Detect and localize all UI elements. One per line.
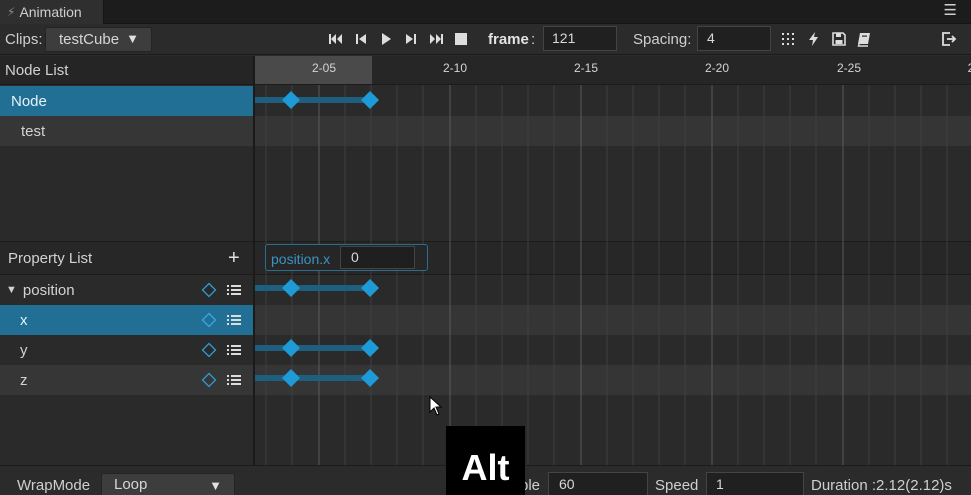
tick-label: 2-15 <box>573 61 599 75</box>
book-icon[interactable] <box>856 31 872 47</box>
node-list-empty-area <box>0 146 253 241</box>
keyframe-diamond-icon[interactable] <box>201 342 217 358</box>
chevron-down-icon: ▼ <box>126 31 139 46</box>
stop-icon[interactable] <box>453 31 469 47</box>
animation-tab-label: Animation <box>19 4 82 20</box>
panel-tab-bar: ⚡ Animation ☰ <box>0 0 971 24</box>
tick-label: 2-10 <box>442 61 468 75</box>
keyframe-diamond[interactable] <box>282 279 300 297</box>
timeline-keyframes <box>255 91 379 387</box>
next-frame-icon[interactable] <box>403 31 419 47</box>
property-item-position[interactable]: ▼ position <box>0 275 253 305</box>
wrap-mode-value: Loop <box>114 476 148 493</box>
spacing-label: Spacing: <box>633 31 692 48</box>
tick-label: 2-20 <box>704 61 730 75</box>
add-property-button[interactable]: + <box>228 248 240 268</box>
duration-text: Duration :2.12(2.12)s <box>811 477 952 494</box>
exit-icon[interactable] <box>941 31 957 47</box>
property-item-y[interactable]: y <box>0 335 253 365</box>
keyframe-row-y <box>255 339 379 357</box>
node-list-item-label: test <box>21 122 46 140</box>
keyframe-row-position <box>255 279 379 297</box>
keyframe-row-node <box>255 91 379 109</box>
play-icon[interactable] <box>378 31 394 47</box>
panel-menu-icon[interactable]: ☰ <box>944 1 957 19</box>
node-list-header: Node List <box>0 56 253 85</box>
list-icon[interactable] <box>226 372 242 388</box>
frame-input[interactable]: 121 <box>543 26 617 51</box>
frame-label: frame <box>488 31 529 48</box>
animation-icon: ⚡ <box>7 5 16 19</box>
clips-selected-value: testCube <box>59 31 120 48</box>
spacing-input[interactable]: 4 <box>697 26 771 51</box>
tick-label: 2 <box>968 61 971 75</box>
key-hint-overlay: Alt <box>446 426 525 495</box>
property-item-label: x <box>20 311 28 329</box>
property-item-x[interactable]: x <box>0 305 253 335</box>
sample-input[interactable]: 60 <box>548 472 648 495</box>
node-list-item-label: Node <box>11 92 47 110</box>
property-editor-name: position.x <box>271 251 331 267</box>
property-list-header: Property List <box>0 241 253 275</box>
keyframe-diamond[interactable] <box>361 91 379 109</box>
wrap-mode-label: WrapMode <box>17 477 91 494</box>
property-list-title: Property List <box>8 249 93 267</box>
keyframe-row-z <box>255 369 379 387</box>
clips-select[interactable]: testCube ▼ <box>45 27 152 52</box>
tick-label: 2-25 <box>836 61 862 75</box>
frame-colon: : <box>531 31 536 48</box>
keyframe-diamond[interactable] <box>361 339 379 357</box>
property-item-label: position <box>22 281 75 299</box>
property-list-empty-area <box>0 395 253 465</box>
prev-frame-icon[interactable] <box>353 31 369 47</box>
grid-dots-icon[interactable] <box>781 31 797 47</box>
node-list-item-test[interactable]: test <box>0 116 253 146</box>
jump-first-frame-icon[interactable] <box>328 31 344 47</box>
animation-tab[interactable]: ⚡ Animation <box>0 0 104 24</box>
property-item-z[interactable]: z <box>0 365 253 395</box>
property-value-input[interactable]: 0 <box>340 246 415 269</box>
list-icon[interactable] <box>226 342 242 358</box>
keyframe-diamond-icon[interactable] <box>201 312 217 328</box>
clips-label: Clips: <box>5 31 43 48</box>
tick-label: 2-05 <box>311 61 337 75</box>
property-item-label: y <box>20 341 28 359</box>
keyframe-diamond[interactable] <box>282 369 300 387</box>
wrap-mode-select[interactable]: Loop ▼ <box>101 473 235 495</box>
keyframe-diamond[interactable] <box>361 369 379 387</box>
keyframe-diamond[interactable] <box>282 91 300 109</box>
keyframe-diamond[interactable] <box>361 279 379 297</box>
chevron-down-icon: ▼ <box>209 478 222 493</box>
list-icon[interactable] <box>226 282 242 298</box>
node-list-item-node[interactable]: Node <box>0 86 253 116</box>
property-item-label: z <box>20 371 28 389</box>
speed-label: Speed <box>655 477 699 494</box>
caret-down-icon[interactable]: ▼ <box>6 284 17 296</box>
keyframe-diamond-icon[interactable] <box>201 372 217 388</box>
speed-input[interactable]: 1 <box>706 472 804 495</box>
keyframe-diamond-icon[interactable] <box>201 282 217 298</box>
timeline-ruler[interactable]: 2-05 2-10 2-15 2-20 2-25 2 <box>255 56 971 85</box>
lightning-icon[interactable] <box>806 31 822 47</box>
jump-last-frame-icon[interactable] <box>428 31 444 47</box>
list-icon[interactable] <box>226 312 242 328</box>
animation-toolbar: Clips: testCube ▼ frame : 121 Spacing: 4 <box>0 24 971 55</box>
keyframe-diamond[interactable] <box>282 339 300 357</box>
save-icon[interactable] <box>831 31 847 47</box>
